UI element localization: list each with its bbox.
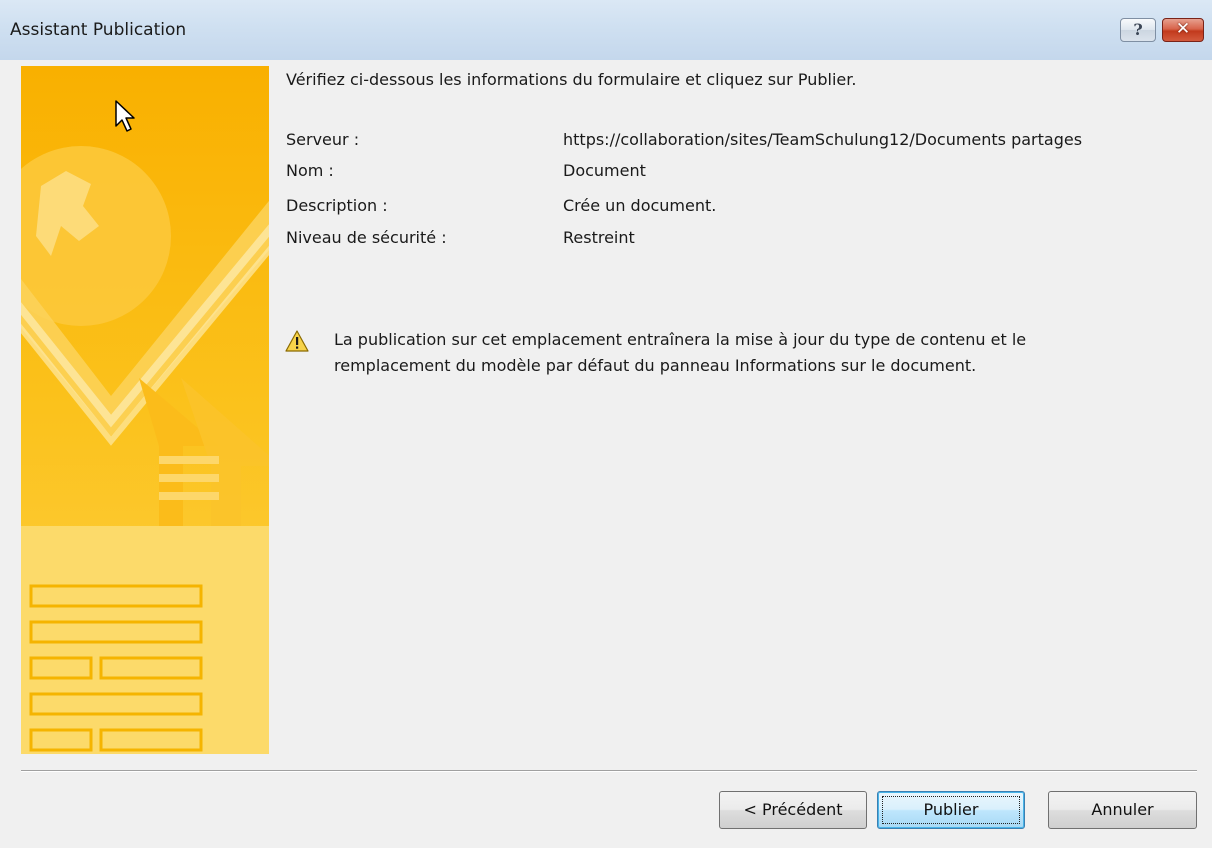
warning-message: La publication sur cet emplacement entra…: [334, 330, 1027, 375]
security-level-label: Niveau de sécurité :: [286, 228, 447, 247]
warning-triangle-icon: [285, 330, 309, 352]
cancel-button[interactable]: Annuler: [1048, 791, 1197, 829]
close-icon: ✕: [1175, 19, 1191, 39]
description-value: Crée un document.: [563, 196, 717, 215]
name-label: Nom :: [286, 161, 334, 180]
help-button[interactable]: ?: [1120, 18, 1156, 42]
title-bar[interactable]: Assistant Publication ? ✕: [0, 0, 1212, 60]
window-title: Assistant Publication: [10, 20, 187, 40]
publication-wizard-window: Assistant Publication ? ✕ Vérifiez ci-de…: [0, 0, 1212, 848]
wizard-banner-image: [21, 66, 269, 754]
wizard-body: Vérifiez ci-dessous les informations du …: [0, 60, 1212, 848]
instruction-text: Vérifiez ci-dessous les informations du …: [286, 70, 857, 89]
close-button[interactable]: ✕: [1162, 18, 1204, 42]
publish-button[interactable]: Publier: [877, 791, 1025, 829]
server-value: https://collaboration/sites/TeamSchulung…: [563, 130, 1083, 149]
name-value: Document: [563, 161, 646, 180]
security-level-value: Restreint: [563, 228, 635, 247]
mouse-pointer-icon: [115, 100, 135, 132]
footer-separator: [21, 770, 1197, 772]
description-label: Description :: [286, 196, 388, 215]
server-label: Serveur :: [286, 130, 360, 149]
help-icon: ?: [1133, 20, 1143, 39]
previous-button[interactable]: < Précédent: [719, 791, 867, 829]
focus-rectangle: [882, 796, 1020, 824]
